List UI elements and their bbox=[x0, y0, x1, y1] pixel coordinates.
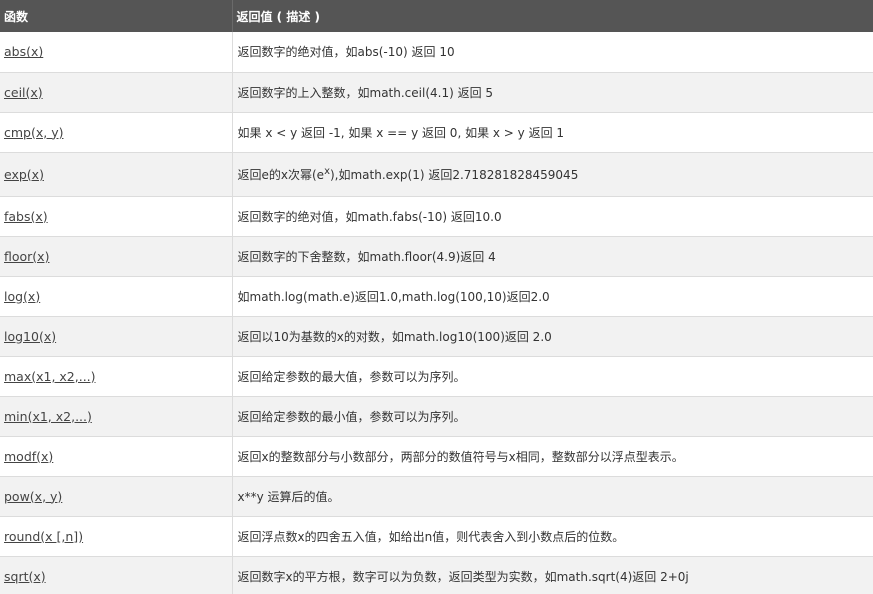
header-return-value: 返回值 ( 描述 ) bbox=[232, 0, 873, 32]
function-link-pow[interactable]: pow(x, y) bbox=[4, 489, 62, 504]
function-link-log[interactable]: log(x) bbox=[4, 289, 40, 304]
table-header-row: 函数 返回值 ( 描述 ) bbox=[0, 0, 873, 32]
function-link-sqrt[interactable]: sqrt(x) bbox=[4, 569, 46, 584]
table-row: min(x1, x2,...) 返回给定参数的最小值，参数可以为序列。 bbox=[0, 396, 873, 437]
function-description: x**y 运算后的值。 bbox=[232, 476, 873, 517]
function-description: 如math.log(math.e)返回1.0,math.log(100,10)返… bbox=[232, 276, 873, 317]
function-link-min[interactable]: min(x1, x2,...) bbox=[4, 409, 92, 424]
function-description: 返回数字x的平方根，数字可以为负数，返回类型为实数，如math.sqrt(4)返… bbox=[232, 556, 873, 594]
table-row: log10(x) 返回以10为基数的x的对数，如math.log10(100)返… bbox=[0, 316, 873, 357]
function-description: 返回数字的下舍整数，如math.floor(4.9)返回 4 bbox=[232, 236, 873, 277]
table-row: abs(x) 返回数字的绝对值，如abs(-10) 返回 10 bbox=[0, 32, 873, 73]
function-link-log10[interactable]: log10(x) bbox=[4, 329, 56, 344]
header-function: 函数 bbox=[0, 0, 233, 32]
function-description: 返回给定参数的最小值，参数可以为序列。 bbox=[232, 396, 873, 437]
table-row: modf(x) 返回x的整数部分与小数部分，两部分的数值符号与x相同，整数部分以… bbox=[0, 436, 873, 477]
function-description: 返回数字的绝对值，如abs(-10) 返回 10 bbox=[232, 32, 873, 73]
table-row: sqrt(x) 返回数字x的平方根，数字可以为负数，返回类型为实数，如math.… bbox=[0, 556, 873, 594]
function-description: 返回e的x次幂(ex),如math.exp(1) 返回2.71828182845… bbox=[232, 152, 873, 197]
table-row: round(x [,n]) 返回浮点数x的四舍五入值，如给出n值，则代表舍入到小… bbox=[0, 516, 873, 557]
description-text: ),如math.exp(1) 返回2.718281828459045 bbox=[329, 167, 579, 182]
function-link-modf[interactable]: modf(x) bbox=[4, 449, 53, 464]
function-link-ceil[interactable]: ceil(x) bbox=[4, 85, 43, 100]
function-description: 如果 x < y 返回 -1, 如果 x == y 返回 0, 如果 x > y… bbox=[232, 112, 873, 153]
table-row: fabs(x) 返回数字的绝对值，如math.fabs(-10) 返回10.0 bbox=[0, 196, 873, 237]
function-link-floor[interactable]: floor(x) bbox=[4, 249, 49, 264]
function-description: 返回以10为基数的x的对数，如math.log10(100)返回 2.0 bbox=[232, 316, 873, 357]
function-link-exp[interactable]: exp(x) bbox=[4, 167, 44, 182]
function-description: 返回数字的上入整数，如math.ceil(4.1) 返回 5 bbox=[232, 72, 873, 113]
description-text: 返回e的x次幂(e bbox=[237, 167, 325, 182]
table-row: pow(x, y) x**y 运算后的值。 bbox=[0, 476, 873, 517]
function-link-max[interactable]: max(x1, x2,...) bbox=[4, 369, 96, 384]
table-row: log(x) 如math.log(math.e)返回1.0,math.log(1… bbox=[0, 276, 873, 317]
function-description: 返回给定参数的最大值，参数可以为序列。 bbox=[232, 356, 873, 397]
table-row: ceil(x) 返回数字的上入整数，如math.ceil(4.1) 返回 5 bbox=[0, 72, 873, 113]
math-functions-table: 函数 返回值 ( 描述 ) abs(x) 返回数字的绝对值，如abs(-10) … bbox=[0, 0, 873, 594]
table-row: cmp(x, y) 如果 x < y 返回 -1, 如果 x == y 返回 0… bbox=[0, 112, 873, 153]
table-row: floor(x) 返回数字的下舍整数，如math.floor(4.9)返回 4 bbox=[0, 236, 873, 277]
function-link-fabs[interactable]: fabs(x) bbox=[4, 209, 48, 224]
table-row: max(x1, x2,...) 返回给定参数的最大值，参数可以为序列。 bbox=[0, 356, 873, 397]
function-link-abs[interactable]: abs(x) bbox=[4, 44, 43, 59]
function-link-round[interactable]: round(x [,n]) bbox=[4, 529, 83, 544]
function-description: 返回浮点数x的四舍五入值，如给出n值，则代表舍入到小数点后的位数。 bbox=[232, 516, 873, 557]
function-description: 返回x的整数部分与小数部分，两部分的数值符号与x相同，整数部分以浮点型表示。 bbox=[232, 436, 873, 477]
function-link-cmp[interactable]: cmp(x, y) bbox=[4, 125, 63, 140]
function-description: 返回数字的绝对值，如math.fabs(-10) 返回10.0 bbox=[232, 196, 873, 237]
table-row: exp(x) 返回e的x次幂(ex),如math.exp(1) 返回2.7182… bbox=[0, 152, 873, 197]
